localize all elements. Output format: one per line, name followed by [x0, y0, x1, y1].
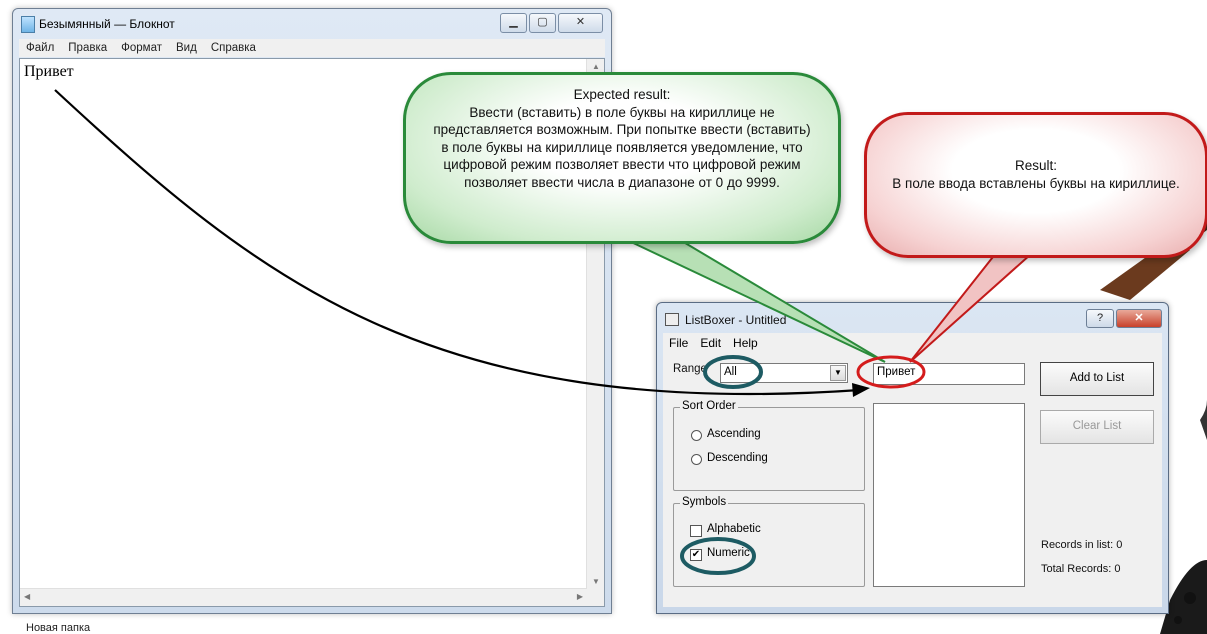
result-heading: Result:	[1014, 158, 1058, 173]
input-highlight	[856, 355, 926, 389]
result-body: В поле ввода вставлены буквы на кириллиц…	[892, 175, 1180, 191]
arrow-head	[852, 383, 870, 397]
result-callout: Result: В поле ввода вставлены буквы на …	[864, 112, 1207, 258]
green-callout-tail	[606, 226, 886, 363]
numeric-highlight	[680, 537, 756, 575]
expected-heading: Expected result:	[573, 87, 671, 102]
expected-result-callout: Expected result: Ввести (вставить) в пол…	[403, 72, 841, 244]
range-highlight	[703, 355, 763, 389]
expected-body: Ввести (вставить) в поле буквы на кирилл…	[433, 104, 811, 190]
red-callout-tail	[909, 244, 1043, 363]
